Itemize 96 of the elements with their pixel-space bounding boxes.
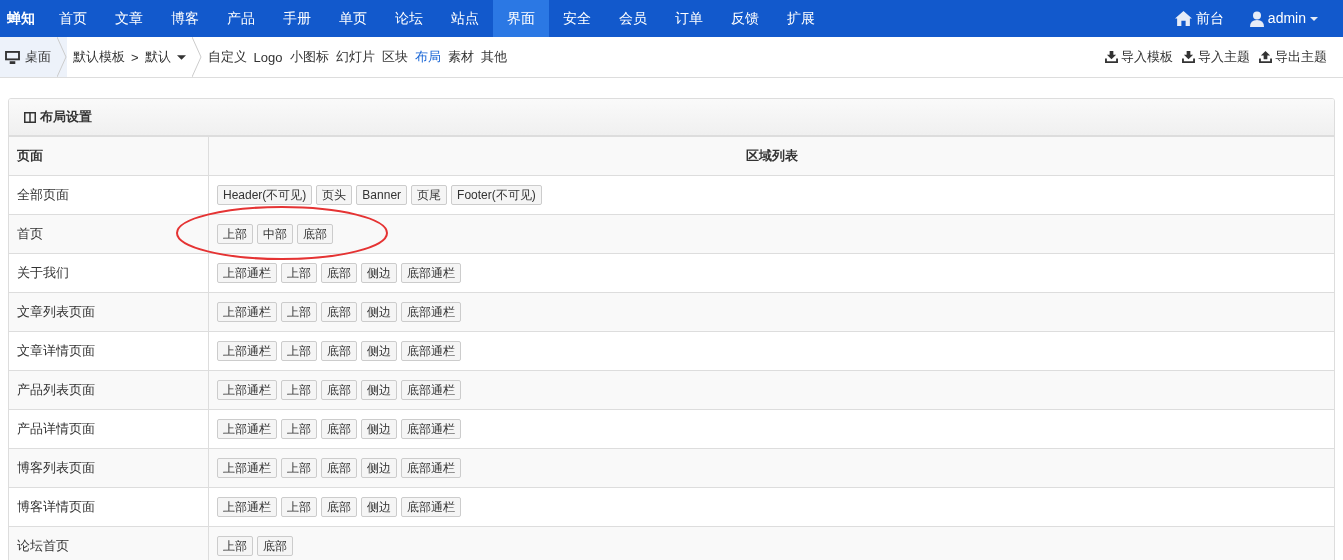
region-tag[interactable]: 侧边: [361, 380, 397, 400]
region-tag[interactable]: 底部: [321, 302, 357, 322]
table-cell: 博客列表页面: [9, 448, 209, 488]
nav-tab[interactable]: 单页: [325, 0, 381, 37]
chevron-icon: [191, 37, 202, 77]
nav-tab[interactable]: 界面: [493, 0, 549, 37]
region-tag[interactable]: 侧边: [361, 263, 397, 283]
nav-tab[interactable]: 文章: [101, 0, 157, 37]
subnav-link[interactable]: Logo: [253, 49, 283, 65]
nav-tab[interactable]: 博客: [157, 0, 213, 37]
region-tag[interactable]: 页头: [316, 185, 353, 205]
table-cell: 产品列表页面: [9, 370, 209, 410]
region-tag[interactable]: Header(不可见): [217, 185, 313, 205]
caret-icon: [1310, 16, 1318, 21]
panel-title: 布局设置: [40, 108, 92, 126]
region-tag[interactable]: 底部通栏: [401, 263, 461, 283]
table-cell: 首页: [9, 214, 209, 254]
brand-logo[interactable]: 蝉知: [0, 9, 45, 28]
region-tag[interactable]: 底部: [321, 380, 357, 400]
home-icon: [1174, 11, 1192, 26]
template-name: 默认模板: [73, 48, 125, 66]
region-tag[interactable]: 上部通栏: [217, 302, 277, 322]
table-cell: 文章列表页面: [9, 292, 209, 332]
region-tag[interactable]: 上部: [281, 263, 317, 283]
region-tag[interactable]: 侧边: [361, 419, 397, 439]
region-tag[interactable]: 中部: [257, 224, 293, 244]
action-link[interactable]: 导入主题: [1182, 48, 1250, 66]
subnav-link[interactable]: 自定义: [207, 48, 247, 66]
desktop-link[interactable]: 桌面: [0, 37, 57, 77]
region-tag[interactable]: Footer(不可见): [451, 185, 542, 205]
nav-tab[interactable]: 会员: [605, 0, 661, 37]
region-tag[interactable]: 上部通栏: [217, 263, 277, 283]
user-menu[interactable]: admin: [1236, 0, 1331, 37]
column-header: 区域列表: [208, 136, 1334, 176]
region-tag[interactable]: 上部: [281, 497, 317, 517]
action-link[interactable]: 导出主题: [1259, 48, 1327, 66]
nav-tab[interactable]: 论坛: [381, 0, 437, 37]
monitor-icon: [5, 50, 20, 64]
region-tag[interactable]: 底部通栏: [401, 458, 461, 478]
breadcrumb-separator: >: [131, 49, 139, 65]
upload-icon: [1259, 51, 1272, 63]
region-tag[interactable]: 底部通栏: [401, 380, 461, 400]
region-tag[interactable]: 底部通栏: [401, 497, 461, 517]
region-tag[interactable]: 侧边: [361, 341, 397, 361]
region-tag[interactable]: 侧边: [361, 302, 397, 322]
nav-tab[interactable]: 首页: [45, 0, 101, 37]
region-tag[interactable]: 底部通栏: [401, 341, 461, 361]
frontend-link[interactable]: 前台: [1161, 0, 1237, 37]
region-tag[interactable]: 底部: [321, 497, 357, 517]
region-tag[interactable]: 底部: [321, 341, 357, 361]
region-tag[interactable]: 侧边: [361, 458, 397, 478]
region-tag[interactable]: 底部通栏: [401, 302, 461, 322]
nav-tab[interactable]: 站点: [437, 0, 493, 37]
subnav-link[interactable]: 素材: [447, 48, 474, 66]
region-tag[interactable]: 上部: [281, 302, 317, 322]
download-icon: [1182, 51, 1195, 63]
region-tag[interactable]: 底部通栏: [401, 419, 461, 439]
region-tag[interactable]: 上部: [217, 536, 253, 556]
columns-icon: [24, 111, 36, 123]
region-tag[interactable]: 底部: [321, 263, 357, 283]
subnav-link[interactable]: 小图标: [289, 48, 329, 66]
nav-tab[interactable]: 扩展: [773, 0, 829, 37]
table-cell: 论坛首页: [9, 526, 209, 560]
region-tag[interactable]: 上部: [281, 419, 317, 439]
chevron-icon: [57, 37, 67, 77]
user-icon: [1249, 10, 1264, 27]
region-tag[interactable]: 上部: [281, 380, 317, 400]
nav-tab[interactable]: 产品: [213, 0, 269, 37]
region-tag[interactable]: 上部通栏: [217, 419, 277, 439]
theme-dropdown[interactable]: 默认: [144, 48, 186, 66]
region-tag[interactable]: 上部: [281, 458, 317, 478]
download-icon: [1105, 51, 1118, 63]
region-tag[interactable]: 底部: [321, 458, 357, 478]
subnav-link[interactable]: 其他: [480, 48, 507, 66]
region-tag[interactable]: 底部: [297, 224, 333, 244]
region-tag[interactable]: Banner: [356, 185, 408, 205]
caret-icon: [176, 54, 186, 60]
region-tag[interactable]: 上部通栏: [217, 380, 277, 400]
region-tag[interactable]: 上部通栏: [217, 341, 277, 361]
region-tag[interactable]: 页尾: [411, 185, 448, 205]
region-tag[interactable]: 底部: [321, 419, 357, 439]
nav-tab[interactable]: 手册: [269, 0, 325, 37]
nav-tab[interactable]: 反馈: [717, 0, 773, 37]
region-tag[interactable]: 上部通栏: [217, 458, 277, 478]
region-tag[interactable]: 上部: [281, 341, 317, 361]
action-link[interactable]: 导入模板: [1105, 48, 1173, 66]
region-tag[interactable]: 上部: [217, 224, 253, 244]
region-tag[interactable]: 上部通栏: [217, 497, 277, 517]
nav-tab[interactable]: 安全: [549, 0, 605, 37]
region-tag[interactable]: 底部: [257, 536, 293, 556]
column-header: 页面: [9, 136, 209, 176]
nav-tab[interactable]: 订单: [661, 0, 717, 37]
region-tag[interactable]: 侧边: [361, 497, 397, 517]
subnav-link[interactable]: 区块: [381, 48, 408, 66]
subnav-link[interactable]: 布局: [414, 48, 441, 66]
subnav-link[interactable]: 幻灯片: [335, 48, 375, 66]
